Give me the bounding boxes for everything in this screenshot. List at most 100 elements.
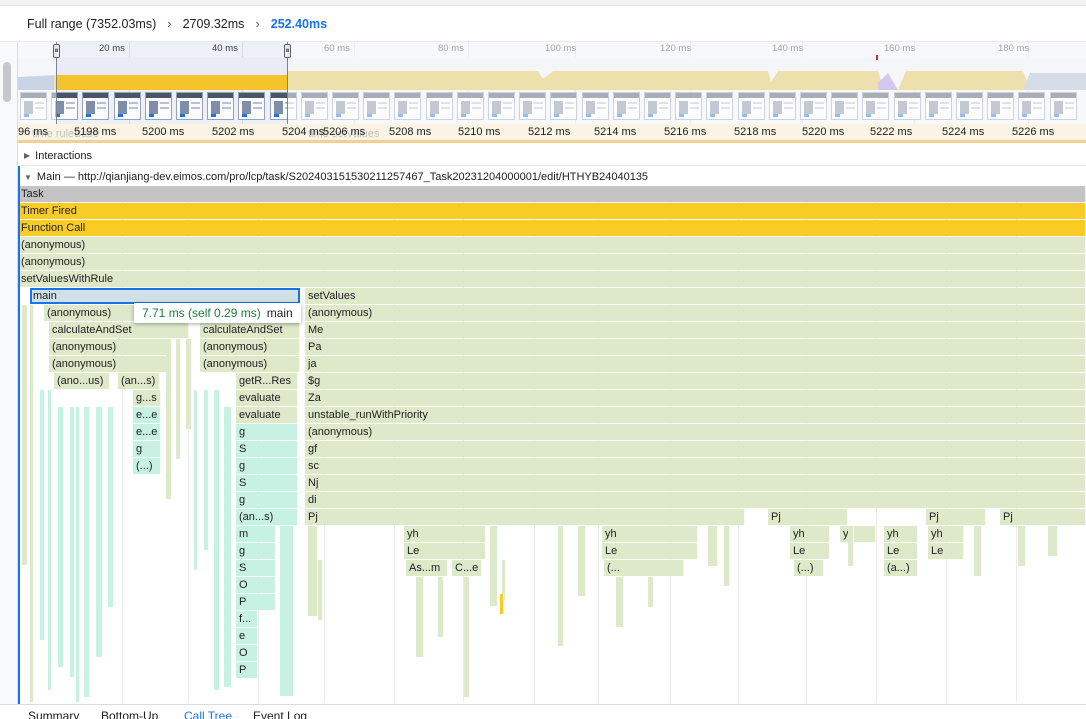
flame-chart[interactable]: Task Timer Fired Function Call (anonymou… — [18, 186, 1086, 702]
flame-bar-call[interactable]: S — [236, 441, 298, 457]
flame-bar-call[interactable]: di — [305, 492, 1086, 508]
flame-bar-call[interactable]: e — [236, 628, 258, 644]
timeline-overview[interactable]: 20 ms40 ms60 ms80 ms100 ms120 ms140 ms16… — [18, 42, 1086, 124]
flame-bar-call[interactable]: evaluate — [236, 390, 298, 406]
overview-selection-window[interactable] — [56, 42, 288, 124]
tab-bottom-up[interactable]: Bottom-Up — [101, 709, 158, 719]
flame-sliver[interactable] — [416, 577, 424, 657]
flame-bar-call[interactable]: P — [236, 594, 276, 610]
flame-bar-call[interactable]: g — [236, 424, 298, 440]
time-ruler[interactable]: time ruleBase time setValues 96 ms 5198 m… — [18, 124, 1086, 143]
flame-bar-le[interactable]: Le — [928, 543, 964, 559]
flame-bar-task[interactable]: Task — [18, 186, 1086, 202]
flame-bar-call[interactable]: (an...s) — [236, 509, 298, 525]
flame-sliver[interactable] — [318, 560, 323, 620]
flame-sliver[interactable] — [1048, 526, 1058, 556]
flame-sliver[interactable] — [108, 407, 114, 607]
flame-bar-pj[interactable]: Pj — [768, 509, 848, 525]
left-selection-handle-icon[interactable]: ⏸ — [53, 44, 60, 58]
flame-bar-pj[interactable]: Pj — [1000, 509, 1086, 525]
flame-sliver[interactable] — [1018, 526, 1026, 566]
flame-bar-anonymous[interactable]: (anonymous) — [18, 237, 1086, 253]
flame-bar-call[interactable]: (anonymous) — [305, 424, 1086, 440]
flame-bar-call[interactable]: g — [133, 441, 161, 457]
flame-bar-deep[interactable]: As...m — [406, 560, 448, 576]
flame-sliver[interactable] — [464, 577, 470, 697]
flame-bar-anonymous[interactable]: (ano...us) — [54, 373, 110, 389]
flame-bar-call[interactable]: ja — [305, 356, 1086, 372]
flame-bar-main-selected[interactable]: main — [30, 288, 300, 304]
flame-sliver[interactable] — [224, 407, 232, 687]
flame-sliver[interactable] — [708, 526, 718, 566]
flame-bar-call[interactable]: Me — [305, 322, 1086, 338]
breadcrumb-mid-range[interactable]: 2709.32ms — [183, 17, 245, 31]
flame-bar-function-call[interactable]: Function Call — [18, 220, 1086, 236]
flame-bar-call[interactable]: getR...Res — [236, 373, 298, 389]
tab-call-tree[interactable]: Call Tree — [184, 709, 232, 719]
flame-sliver[interactable] — [96, 407, 103, 657]
flame-bar-calculate-and-set[interactable]: calculateAndSet — [200, 322, 300, 338]
flame-sliver[interactable] — [166, 339, 172, 499]
flame-bar-calculate-and-set[interactable]: calculateAndSet — [49, 322, 189, 338]
flame-bar-call[interactable]: g — [236, 543, 276, 559]
flame-sliver[interactable] — [76, 407, 80, 702]
flame-bar-call[interactable]: g...s — [133, 390, 161, 406]
interactions-track-header[interactable]: ▶ Interactions — [18, 146, 1086, 166]
flame-bar-call[interactable]: g — [236, 458, 298, 474]
flame-bar-call[interactable]: f... — [236, 611, 258, 627]
flame-sliver[interactable] — [22, 305, 28, 565]
flame-sliver[interactable] — [308, 526, 318, 616]
flame-bar-call[interactable]: S — [236, 560, 276, 576]
breadcrumb-full-range[interactable]: Full range (7352.03ms) — [27, 17, 156, 31]
flame-sliver[interactable] — [648, 577, 654, 607]
flame-sliver[interactable] — [40, 390, 45, 640]
flame-bar-call[interactable]: O — [236, 645, 258, 661]
flame-bar-call[interactable]: S — [236, 475, 298, 491]
flame-sliver[interactable] — [500, 594, 504, 614]
flame-sliver[interactable] — [204, 390, 209, 550]
flame-bar-call[interactable]: O — [236, 577, 276, 593]
flame-bar-set-values-with-rule[interactable]: setValuesWithRule — [18, 271, 1086, 287]
right-selection-handle-icon[interactable]: ⏸ — [284, 44, 291, 58]
flame-sliver[interactable] — [974, 526, 982, 576]
flame-bar-le[interactable]: Le — [602, 543, 698, 559]
flame-bar-yh[interactable]: yh — [884, 526, 918, 542]
flame-sliver[interactable] — [280, 526, 294, 696]
flame-bar-yh[interactable]: yh — [790, 526, 830, 542]
flame-sliver[interactable] — [616, 577, 624, 627]
left-scrollbar[interactable] — [0, 42, 18, 719]
flame-bar-call[interactable]: Pj — [305, 509, 745, 525]
flame-sliver[interactable] — [30, 305, 34, 702]
flame-sliver[interactable] — [848, 526, 854, 566]
flame-bar-call[interactable]: unstable_runWithPriority — [305, 407, 1086, 423]
flame-bar-call[interactable]: sc — [305, 458, 1086, 474]
flame-bar-yh[interactable]: yh — [840, 526, 876, 542]
flame-bar-call[interactable]: $g — [305, 373, 1086, 389]
scrollbar-thumb[interactable] — [3, 62, 11, 102]
flame-bar-call[interactable]: (...) — [133, 458, 161, 474]
tab-event-log[interactable]: Event Log — [253, 709, 307, 719]
flame-bar-call[interactable]: e...e — [133, 407, 161, 423]
breadcrumb-current-range[interactable]: 252.40ms — [271, 17, 327, 31]
flame-sliver[interactable] — [58, 407, 64, 667]
flame-bar-anonymous[interactable]: (anonymous) — [49, 339, 169, 355]
flame-bar-call[interactable]: g — [236, 492, 298, 508]
flame-bar-anonymous[interactable]: (anonymous) — [49, 356, 167, 372]
flame-bar-call[interactable]: gf — [305, 441, 1086, 457]
flame-sliver[interactable] — [438, 577, 444, 637]
flame-bar-call[interactable]: Nj — [305, 475, 1086, 491]
collapse-triangle-icon[interactable]: ▼ — [24, 173, 32, 182]
flame-bar-yh[interactable]: yh — [602, 526, 698, 542]
flame-bar-call[interactable]: P — [236, 662, 258, 678]
flame-sliver[interactable] — [186, 339, 192, 429]
flame-bar-set-values[interactable]: setValues — [305, 288, 1086, 304]
flame-sliver[interactable] — [194, 390, 198, 570]
flame-bar-le[interactable]: Le — [884, 543, 918, 559]
flame-sliver[interactable] — [724, 526, 730, 586]
flame-sliver[interactable] — [490, 526, 498, 606]
flame-bar-call[interactable]: m — [236, 526, 276, 542]
flame-bar-yh[interactable]: yh — [404, 526, 486, 542]
flame-bar-call[interactable]: e...e — [133, 424, 161, 440]
flame-bar-call[interactable]: Pa — [305, 339, 1086, 355]
flame-bar-anonymous[interactable]: (anonymous) — [18, 254, 1086, 270]
